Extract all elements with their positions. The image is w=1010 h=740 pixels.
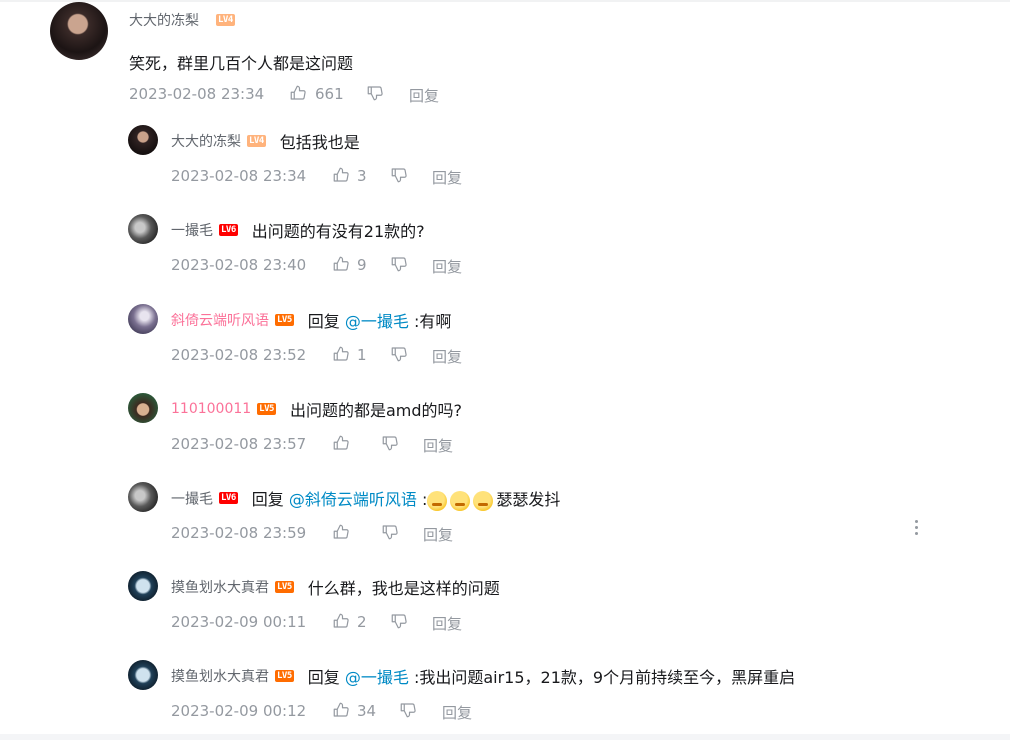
reply-text: :有啊 — [408, 312, 452, 331]
avatar[interactable] — [128, 660, 158, 690]
reply-text-suffix: 瑟瑟发抖 — [496, 490, 561, 509]
like-count: 2 — [357, 613, 367, 631]
level-badge: LV5 — [275, 581, 294, 593]
reply-item: 一撮毛 LV6 回复 @斜倚云端听风语 : 瑟瑟发抖 2023-02-08 23:59… — [0, 482, 1010, 562]
level-badge: LV4 — [247, 135, 266, 147]
avatar[interactable] — [128, 125, 158, 155]
avatar[interactable] — [128, 214, 158, 244]
thumbs-up-icon[interactable] — [332, 612, 350, 630]
thumbs-up-icon[interactable] — [332, 255, 350, 273]
reply-text: 出问题的有没有21款的? — [251, 222, 425, 241]
username[interactable]: 一撮毛 — [171, 491, 213, 507]
avatar[interactable] — [128, 571, 158, 601]
thumbs-down-icon[interactable] — [381, 523, 399, 541]
timestamp: 2023-02-08 23:34 — [129, 85, 265, 103]
like-count: 34 — [357, 702, 377, 720]
mention-link[interactable]: @一撮毛 — [345, 668, 409, 687]
username[interactable]: 大大的冻梨 — [171, 134, 241, 150]
divider — [0, 734, 1010, 740]
timestamp: 2023-02-09 00:11 — [171, 613, 307, 631]
mention-link[interactable]: @一撮毛 — [345, 312, 409, 331]
thumbs-up-icon[interactable] — [332, 345, 350, 363]
timestamp: 2023-02-08 23:40 — [171, 256, 307, 274]
level-badge: LV5 — [275, 314, 294, 326]
reply-text: 包括我也是 — [279, 133, 360, 152]
reply-item: 摸鱼划水大真君 LV5 回复 @一撮毛 :我出问题air15，21款，9个月前持续至… — [0, 660, 1010, 740]
thumbs-up-icon[interactable] — [332, 434, 350, 452]
shiver-emoji — [427, 490, 448, 511]
comment-text: 笑死，群里几百个人都是这问题 — [129, 54, 354, 73]
level-badge: LV5 — [275, 670, 294, 682]
reply-item: 摸鱼划水大真君 LV5 什么群，我也是这样的问题 2023-02-09 00:11 … — [0, 571, 1010, 651]
timestamp: 2023-02-09 00:12 — [171, 702, 307, 720]
thumbs-down-icon[interactable] — [399, 701, 417, 719]
reply-text: :我出问题air15，21款，9个月前持续至今，黑屏重启 — [408, 668, 796, 687]
like-count: 1 — [357, 346, 367, 364]
timestamp: 2023-02-08 23:52 — [171, 346, 307, 364]
level-badge: LV6 — [219, 492, 238, 505]
reply-button[interactable]: 回复 — [409, 85, 439, 106]
thumbs-up-icon[interactable] — [289, 84, 307, 102]
avatar[interactable] — [128, 482, 158, 512]
reply-item: 斜倚云端听风语 LV5 回复 @一撮毛 :有啊 2023-02-08 23:52 1… — [0, 304, 1010, 384]
shiver-emoji — [450, 490, 471, 511]
thumbs-down-icon[interactable] — [390, 612, 408, 630]
mention-link[interactable]: @斜倚云端听风语 — [289, 490, 417, 509]
reply-prefix: 回复 — [307, 312, 345, 331]
username[interactable]: 110100011 — [171, 401, 251, 417]
thumbs-up-icon[interactable] — [332, 701, 350, 719]
reply-item: 一撮毛 LV6 出问题的有没有21款的? 2023-02-08 23:40 9 回复 — [0, 214, 1010, 294]
username[interactable]: 摸鱼划水大真君 — [171, 669, 269, 685]
reply-button[interactable]: 回复 — [423, 524, 453, 545]
thumbs-up-icon[interactable] — [332, 166, 350, 184]
timestamp: 2023-02-08 23:34 — [171, 167, 307, 185]
thumbs-down-icon[interactable] — [390, 255, 408, 273]
reply-prefix: 回复 — [307, 668, 345, 687]
username[interactable]: 大大的冻梨 — [129, 10, 199, 30]
reply-item: 大大的冻梨 LV4 包括我也是 2023-02-08 23:34 3 回复 — [0, 125, 1010, 205]
thumbs-down-icon[interactable] — [390, 345, 408, 363]
thumbs-down-icon[interactable] — [390, 166, 408, 184]
reply-text: : — [416, 490, 428, 509]
timestamp: 2023-02-08 23:59 — [171, 524, 307, 542]
like-count: 3 — [357, 167, 367, 185]
shiver-emoji — [473, 490, 494, 511]
level-badge: LV6 — [219, 224, 238, 236]
reply-text: 什么群，我也是这样的问题 — [307, 579, 500, 598]
thumbs-up-icon[interactable] — [332, 523, 350, 541]
level-badge: LV4 — [216, 14, 235, 26]
avatar[interactable] — [128, 304, 158, 334]
reply-button[interactable]: 回复 — [432, 346, 462, 367]
avatar[interactable] — [50, 2, 108, 60]
like-count: 9 — [357, 256, 367, 274]
like-count: 661 — [315, 85, 344, 103]
thumbs-down-icon[interactable] — [366, 84, 384, 102]
reply-button[interactable]: 回复 — [432, 167, 462, 188]
level-badge: LV5 — [257, 403, 276, 415]
timestamp: 2023-02-08 23:57 — [171, 435, 307, 453]
username[interactable]: 一撮毛 — [171, 223, 213, 239]
reply-text: 出问题的都是amd的吗? — [289, 401, 462, 420]
username[interactable]: 摸鱼划水大真君 — [171, 580, 269, 596]
reply-button[interactable]: 回复 — [442, 702, 472, 723]
reply-prefix: 回复 — [251, 490, 289, 509]
reply-button[interactable]: 回复 — [423, 435, 453, 456]
reply-button[interactable]: 回复 — [432, 256, 462, 277]
avatar[interactable] — [128, 393, 158, 423]
reply-item: 110100011 LV5 出问题的都是amd的吗? 2023-02-08 23:5… — [0, 393, 1010, 473]
more-vertical-icon[interactable] — [911, 520, 921, 538]
reply-button[interactable]: 回复 — [432, 613, 462, 634]
thumbs-down-icon[interactable] — [381, 434, 399, 452]
divider — [0, 0, 1010, 2]
username[interactable]: 斜倚云端听风语 — [171, 313, 269, 329]
